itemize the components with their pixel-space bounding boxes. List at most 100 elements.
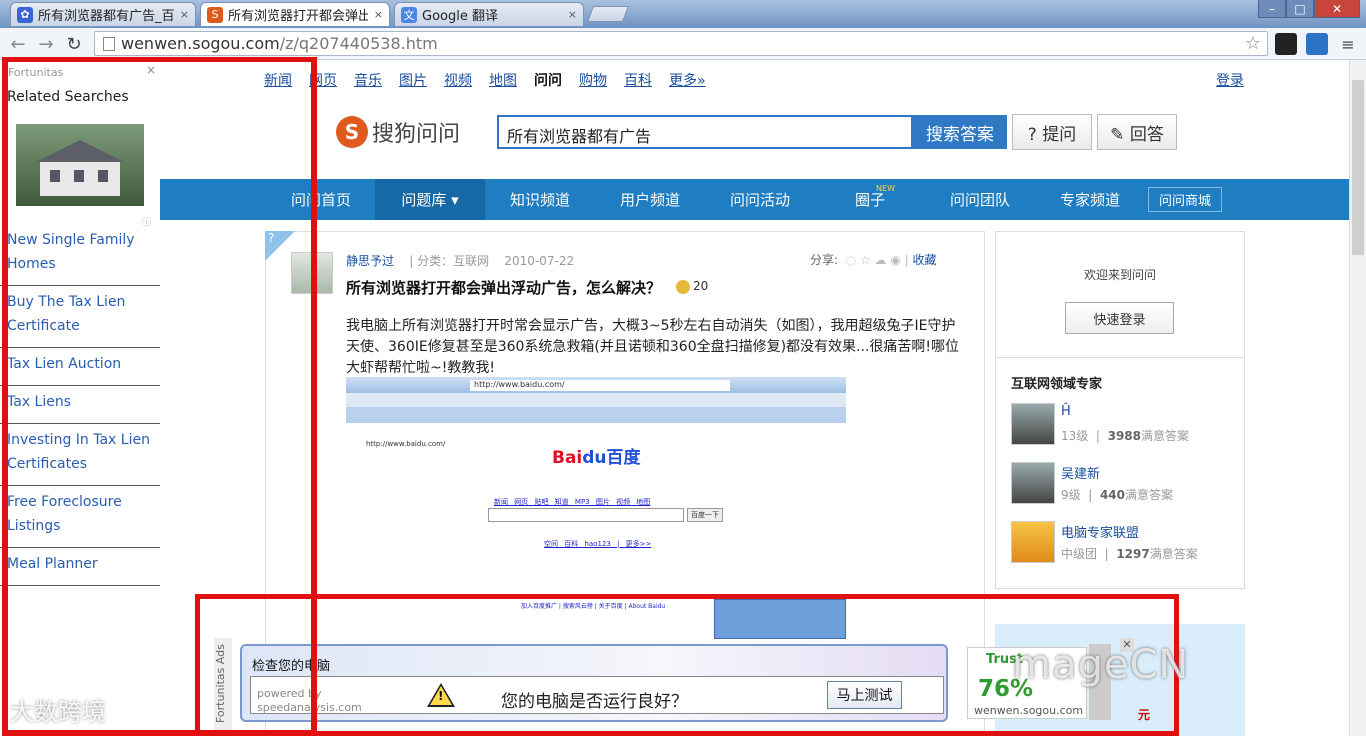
expert-name[interactable]: Ĥ — [1061, 404, 1071, 419]
address-bar[interactable]: wenwen.sogou.com/z/q207440538.htm ☆ — [94, 31, 1268, 56]
extension-app-icon[interactable] — [1306, 33, 1328, 55]
share-label: 分享: — [810, 253, 839, 267]
expert-answers: 3988 — [1107, 429, 1141, 443]
expert-avatar[interactable] — [1011, 403, 1055, 445]
forward-arrow-icon[interactable]: → — [34, 32, 58, 56]
bookmark-star-icon[interactable]: ☆ — [1245, 33, 1261, 54]
expert-group-avatar[interactable] — [1011, 521, 1055, 563]
divider — [996, 357, 1244, 358]
topnav-link-more[interactable]: 更多» — [669, 70, 706, 90]
nav-knowledge[interactable]: 知识频道 — [485, 179, 595, 220]
sogou-logo-icon: S — [336, 116, 368, 148]
page-icon — [103, 36, 115, 51]
tab-label: 所有浏览器都有广告_百度 — [38, 9, 174, 24]
shot-tab: http://www.baidu.com/ — [362, 440, 454, 452]
baidu-logo: Baidu百度 — [552, 443, 641, 468]
welcome-text: 欢迎来到问问 — [1084, 268, 1157, 282]
new-badge: NEW — [876, 184, 895, 193]
shot-bookmarks — [346, 393, 846, 407]
watermark-left: 大数跨境 — [10, 698, 106, 726]
watermark-right: mageCN — [1012, 642, 1190, 688]
expert-name[interactable]: 吴建新 — [1061, 463, 1100, 482]
topnav-link[interactable]: 百科 — [624, 70, 652, 90]
top-nav: 新闻 网页 音乐 图片 视频 地图 问问 购物 百科 更多» — [264, 70, 723, 90]
topnav-link[interactable]: 图片 — [399, 70, 427, 90]
share-bar: 分享: ◌ ☆ ☁ ◉ | 收藏 — [810, 251, 937, 268]
share-icons[interactable]: ◌ ☆ ☁ ◉ | — [842, 253, 909, 267]
question-date: 2010-07-22 — [504, 254, 575, 268]
expert-stats: 9级 | 440满意答案 — [1061, 488, 1174, 502]
nav-question-bank[interactable]: 问题库 ▾ — [375, 179, 485, 220]
asker-name[interactable]: 静思予过 — [346, 254, 394, 268]
sogou-icon: S — [207, 6, 223, 23]
collect-link[interactable]: 收藏 — [913, 253, 937, 267]
close-tab-icon[interactable]: × — [180, 8, 189, 21]
shot-toolbar: http://www.baidu.com/ — [346, 377, 846, 393]
extension-hand-icon[interactable] — [1275, 33, 1297, 55]
shot-tabs: http://www.baidu.com/ — [346, 407, 846, 452]
expert-level: 13级 — [1061, 429, 1089, 443]
shot-search-button: 百度一下 — [687, 508, 723, 522]
topnav-link-current[interactable]: 问问 — [534, 70, 562, 90]
nav-mall[interactable]: 问问商城 — [1145, 179, 1225, 220]
sogou-wenwen-logo[interactable]: S 搜狗问问 — [336, 116, 460, 148]
close-tab-icon[interactable]: × — [374, 8, 383, 21]
shot-address: http://www.baidu.com/ — [470, 380, 730, 391]
nav-users[interactable]: 用户频道 — [595, 179, 705, 220]
baidu-logo-b: du百度 — [582, 448, 641, 468]
topnav-link[interactable]: 音乐 — [354, 70, 382, 90]
expert-avatar[interactable] — [1011, 462, 1055, 504]
maximize-button[interactable]: □ — [1286, 0, 1314, 18]
expert-suffix: 满意答案 — [1149, 547, 1198, 561]
expert-item[interactable]: 电脑专家联盟 中级团 | 1297满意答案 — [1011, 521, 1241, 565]
minimize-button[interactable]: – — [1258, 0, 1286, 18]
expert-name[interactable]: 电脑专家联盟 — [1061, 522, 1139, 541]
expert-level: 中级团 — [1061, 547, 1098, 561]
new-tab-button[interactable] — [587, 6, 629, 22]
nav-circle[interactable]: 圈子 NEW — [815, 179, 925, 220]
expert-answers: 440 — [1099, 488, 1126, 502]
reward-coin-icon — [676, 280, 690, 294]
nav-team[interactable]: 问问团队 — [925, 179, 1035, 220]
tab-google-translate[interactable]: 文 Google 翻译 × — [394, 2, 584, 26]
expert-item[interactable]: 吴建新 9级 | 440满意答案 — [1011, 462, 1241, 506]
page-scrollbar[interactable] — [1349, 60, 1366, 736]
expert-level: 9级 — [1061, 488, 1081, 502]
close-tab-icon[interactable]: × — [568, 8, 577, 21]
menu-icon[interactable]: ≡ — [1336, 32, 1360, 56]
ask-button[interactable]: ? 提问 — [1012, 114, 1092, 150]
question-meta: 静思予过 | 分类：互联网 2010-07-22 — [346, 252, 574, 269]
expert-item[interactable]: Ĥ 13级 | 3988满意答案 — [1011, 403, 1241, 447]
google-translate-icon: 文 — [401, 6, 417, 23]
browser-toolbar: ← → ↻ wenwen.sogou.com/z/q207440538.htm … — [0, 28, 1366, 60]
login-link[interactable]: 登录 — [1216, 70, 1244, 90]
nav-experts[interactable]: 专家频道 — [1035, 179, 1145, 220]
quick-login-button[interactable]: 快速登录 — [1065, 302, 1174, 334]
nav-events[interactable]: 问问活动 — [705, 179, 815, 220]
shot-links: 新闻 网页 贴吧 知道 MP3 图片 视频 地图 — [494, 498, 651, 506]
url-host: wenwen.sogou.com — [121, 34, 280, 53]
tab-label: Google 翻译 — [422, 9, 498, 24]
topnav-link[interactable]: 购物 — [579, 70, 607, 90]
scrollbar-thumb[interactable] — [1352, 80, 1364, 255]
question-screenshot[interactable]: http://www.baidu.com/ http://www.baidu.c… — [346, 377, 846, 639]
topnav-link[interactable]: 视频 — [444, 70, 472, 90]
back-arrow-icon[interactable]: ← — [6, 32, 30, 56]
question-title: 所有浏览器打开都会弹出浮动广告，怎么解决？ — [346, 279, 662, 297]
logo-text: 搜狗问问 — [372, 122, 461, 147]
url-text: wenwen.sogou.com/z/q207440538.htm — [121, 34, 438, 53]
search-answer-button[interactable]: 搜索答案 — [913, 115, 1007, 149]
shot-foot-links: 空间 百科 hao123 | 更多>> — [544, 540, 652, 548]
reload-icon[interactable]: ↻ — [62, 32, 86, 56]
window-close-button[interactable]: ✕ — [1314, 0, 1360, 18]
url-path: /z/q207440538.htm — [279, 34, 438, 53]
title-bar: ✿ 所有浏览器都有广告_百度 × S 所有浏览器打开都会弹出 × 文 Googl… — [0, 0, 1366, 28]
tab-sogou[interactable]: S 所有浏览器打开都会弹出 × — [200, 2, 390, 26]
expert-heading: 互联网领域专家 — [1011, 377, 1103, 392]
tab-baidu[interactable]: ✿ 所有浏览器都有广告_百度 × — [10, 2, 196, 26]
expert-stats: 13级 | 3988满意答案 — [1061, 429, 1190, 443]
answer-button[interactable]: ✎ 回答 — [1097, 114, 1177, 150]
search-input[interactable]: 所有浏览器都有广告 — [497, 115, 913, 149]
question-body: 我电脑上所有浏览器打开时常会显示广告，大概3~5秒左右自动消失（如图），我用超级… — [346, 318, 960, 376]
topnav-link[interactable]: 地图 — [489, 70, 517, 90]
